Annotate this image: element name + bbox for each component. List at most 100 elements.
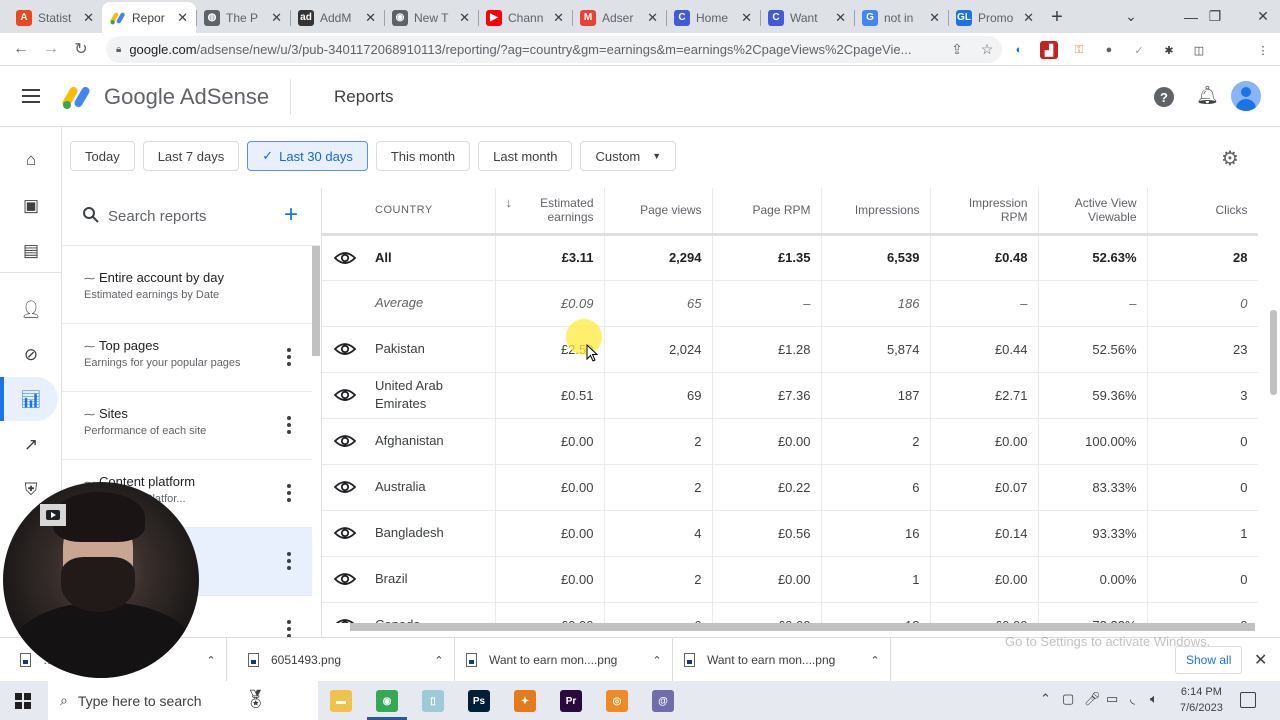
extension-camera-icon[interactable]: ● xyxy=(1100,41,1118,59)
column-header[interactable]: Clicks xyxy=(1147,188,1258,236)
help-icon[interactable]: ? xyxy=(1154,87,1174,107)
search-reports-input[interactable] xyxy=(108,204,268,228)
tray-overflow-chevron-icon[interactable]: ⌃ xyxy=(1040,691,1051,707)
table-vertical-scrollbar[interactable] xyxy=(1270,310,1277,395)
date-chip-last-30-days[interactable]: ✓ Last 30 days xyxy=(247,141,368,171)
blocking-controls-icon[interactable]: ⊘ xyxy=(20,344,42,366)
download-item[interactable]: 6051493.png ⌃ xyxy=(236,638,455,682)
premiere-icon[interactable]: Pr xyxy=(560,690,582,712)
download-options-chevron-icon[interactable]: ⌃ xyxy=(860,654,890,667)
extensions-puzzle-icon[interactable]: ✱ xyxy=(1160,41,1178,59)
ads-icon[interactable]: ▣ xyxy=(20,195,42,217)
browser-tab[interactable]: ad AddM ✕ xyxy=(290,2,384,33)
visibility-eye-icon[interactable] xyxy=(334,342,356,356)
visibility-eye-icon[interactable] xyxy=(334,251,356,265)
browser-menu-icon[interactable]: ⋮ xyxy=(1254,41,1272,59)
visibility-eye-icon[interactable] xyxy=(334,526,356,540)
tab-close-icon[interactable]: ✕ xyxy=(835,10,846,26)
taskbar-clock[interactable]: 6:14 PM 7/6/2023 xyxy=(1180,684,1223,716)
tab-close-icon[interactable]: ✕ xyxy=(1023,10,1034,26)
download-options-chevron-icon[interactable]: ⌃ xyxy=(196,654,226,667)
address-bar[interactable]: 🔒︎ google.com/adsense/new/u/3/pub-340117… xyxy=(106,36,1002,63)
policy-center-icon[interactable]: ⛨ xyxy=(20,479,42,501)
tab-close-icon[interactable]: ✕ xyxy=(83,10,94,26)
date-chip-last-month[interactable]: Last month xyxy=(478,141,573,171)
tray-camera-icon[interactable]: ▢ xyxy=(1062,691,1074,707)
tab-close-icon[interactable]: ✕ xyxy=(553,10,564,26)
column-header[interactable]: COUNTRY xyxy=(322,188,496,236)
browser-tab[interactable]: ▶ Chann ✕ xyxy=(478,2,572,33)
date-chip-last-7-days[interactable]: Last 7 days xyxy=(142,141,240,171)
download-item[interactable]: Want to earn mon....png ⌃ xyxy=(454,638,673,682)
saved-report-item[interactable]: ⁓ Top pages Earnings for your popular page… xyxy=(62,324,312,392)
notes-icon[interactable]: ▯ xyxy=(422,690,444,712)
column-header[interactable]: ↓ Estimated earnings xyxy=(495,188,605,236)
download-options-chevron-icon[interactable]: ⌃ xyxy=(642,654,672,667)
optimization-icon[interactable]: ↗ xyxy=(20,434,42,456)
sites-icon[interactable]: ▤ xyxy=(20,240,42,262)
panel-scrollbar[interactable] xyxy=(312,246,320,356)
report-more-options-icon[interactable] xyxy=(284,552,294,570)
date-chip-today[interactable]: Today xyxy=(70,141,135,171)
tray-battery-icon[interactable]: ▭ xyxy=(1106,691,1118,707)
visibility-eye-icon[interactable] xyxy=(334,572,356,586)
tab-close-icon[interactable]: ✕ xyxy=(459,10,470,26)
report-more-options-icon[interactable] xyxy=(284,484,294,502)
browser-tab[interactable]: M Adser ✕ xyxy=(572,2,666,33)
extension-check-icon[interactable]: ✓ xyxy=(1130,41,1148,59)
bittorrent-icon[interactable]: @ xyxy=(652,690,674,712)
recorder-icon[interactable]: ◎ xyxy=(606,690,628,712)
visibility-eye-icon[interactable] xyxy=(334,434,356,448)
privacy-messaging-icon[interactable]: 👤︎ xyxy=(20,299,42,321)
report-more-options-icon[interactable] xyxy=(284,348,294,366)
medal-widget-icon[interactable]: 🏅︎ xyxy=(244,689,267,710)
file-explorer-icon[interactable]: ▬ xyxy=(330,690,352,712)
chrome-icon[interactable]: ◉ xyxy=(376,690,398,712)
visibility-eye-icon[interactable] xyxy=(334,388,356,402)
share-icon[interactable]: ⇪ xyxy=(942,41,972,58)
extension-chart-icon[interactable]: ▟ xyxy=(1040,41,1058,59)
home-icon[interactable]: ⌂ xyxy=(20,149,42,171)
browser-tab[interactable]: Repor ✕ xyxy=(102,2,196,33)
account-avatar[interactable] xyxy=(1231,81,1261,111)
restore-button[interactable]: ❐ xyxy=(1192,0,1238,33)
reports-icon[interactable]: 📊︎ xyxy=(20,389,42,411)
browser-tab[interactable]: Gnot in ✕ xyxy=(854,2,948,33)
menu-icon[interactable] xyxy=(22,89,40,103)
browser-tab[interactable]: A Statist ✕ xyxy=(8,2,102,33)
windows-start-icon[interactable] xyxy=(15,693,31,709)
visibility-eye-icon[interactable] xyxy=(334,480,356,494)
date-chip-custom[interactable]: Custom ▼ xyxy=(580,141,677,171)
column-header[interactable]: Impressions xyxy=(821,188,931,236)
download-options-chevron-icon[interactable]: ⌃ xyxy=(424,654,454,667)
illustrator-app-icon[interactable]: ✦ xyxy=(514,690,536,712)
table-settings-gear-icon[interactable]: ⚙ xyxy=(1221,146,1239,171)
close-downloads-bar-icon[interactable]: ✕ xyxy=(1254,650,1267,670)
taskbar-search-box[interactable]: ⌕ Type here to search 🏅︎ xyxy=(48,681,318,720)
browser-tab[interactable]: C Home ✕ xyxy=(666,2,760,33)
column-header[interactable]: Page views xyxy=(604,188,713,236)
side-panel-icon[interactable]: ◫ xyxy=(1190,41,1208,59)
column-header[interactable]: Page RPM xyxy=(712,188,822,236)
bookmark-star-icon[interactable]: ☆ xyxy=(972,41,1002,58)
notifications-bell-icon[interactable]: 🔔︎ xyxy=(1196,85,1219,106)
column-header[interactable]: Active View Viewable xyxy=(1038,188,1148,236)
url-text[interactable]: google.com/adsense/new/u/3/pub-340117206… xyxy=(129,42,942,57)
column-header[interactable]: Impression RPM xyxy=(930,188,1039,236)
add-report-button[interactable]: + xyxy=(284,201,298,229)
new-tab-button[interactable]: + xyxy=(1042,2,1072,33)
tab-search-chevron-icon[interactable]: ⌄ xyxy=(1108,0,1154,33)
extension-lock-icon[interactable]: ⚿ xyxy=(1070,41,1088,59)
tray-wifi-icon[interactable]: ◟ xyxy=(1130,691,1135,707)
close-window-button[interactable]: ✕ xyxy=(1240,0,1280,33)
show-all-downloads-button[interactable]: Show all xyxy=(1175,646,1243,674)
forward-arrow-icon[interactable]: → xyxy=(36,40,66,58)
tab-close-icon[interactable]: ✕ xyxy=(647,10,658,26)
reload-icon[interactable]: ↻ xyxy=(66,39,96,59)
browser-tab[interactable]: GL Promo ✕ xyxy=(948,2,1042,33)
browser-tab[interactable]: ◉ New T ✕ xyxy=(384,2,478,33)
saved-report-item[interactable]: ⁓ Entire account by day Estimated earnings… xyxy=(62,256,312,324)
tab-close-icon[interactable]: ✕ xyxy=(177,10,188,26)
report-more-options-icon[interactable] xyxy=(284,416,294,434)
tab-close-icon[interactable]: ✕ xyxy=(271,10,282,26)
